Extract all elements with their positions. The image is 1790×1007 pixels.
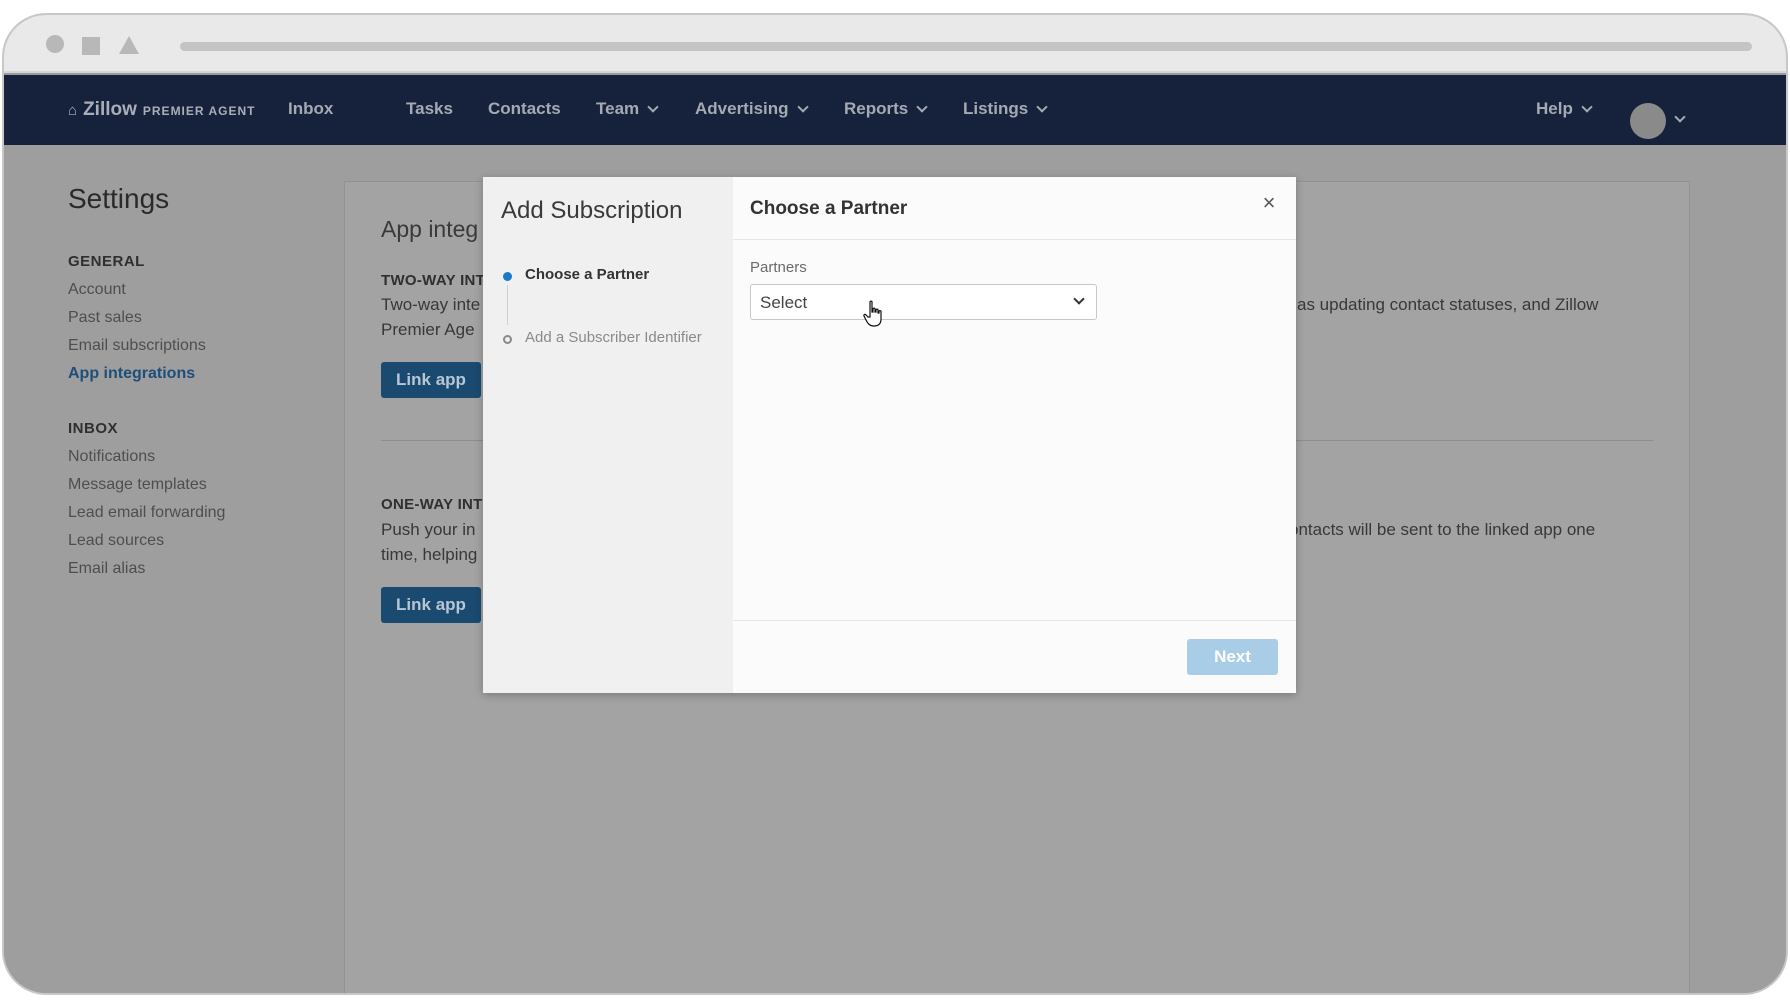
partners-select-value: Select <box>760 293 808 312</box>
link-app-button-one-way[interactable]: Link app <box>381 587 481 623</box>
window-triangle-icon <box>119 36 139 54</box>
two-way-text-left-2: Premier Age <box>381 320 475 339</box>
link-app-button-two-way[interactable]: Link app <box>381 362 481 398</box>
chevron-down-icon <box>1073 293 1085 305</box>
sidebar-item-notifications[interactable]: Notifications <box>68 448 155 466</box>
partners-label: Partners <box>750 259 807 276</box>
sidebar-item-app-integrations[interactable]: App integrations <box>68 365 195 383</box>
modal-footer-divider <box>733 620 1296 621</box>
step-choose-partner: Choose a Partner <box>525 266 650 283</box>
step-connector <box>507 285 508 325</box>
modal-header-divider <box>733 239 1296 240</box>
sidebar-item-email-subscriptions[interactable]: Email subscriptions <box>68 337 206 355</box>
window-circle-icon <box>46 35 64 53</box>
two-way-text-right: as updating contact statuses, and Zillow <box>1297 295 1599 314</box>
add-subscription-modal: Add Subscription Choose a Partner Add a … <box>483 177 1296 693</box>
one-way-heading: ONE-WAY INT <box>381 496 483 513</box>
modal-heading: Add Subscription <box>501 197 683 224</box>
window-square-icon <box>82 37 100 55</box>
one-way-text-right: ontacts will be sent to the linked app o… <box>1289 520 1596 539</box>
browser-window: ⌂ Zillow PREMIER AGENT Inbox Tasks Conta… <box>2 13 1788 995</box>
sidebar-item-message-templates[interactable]: Message templates <box>68 476 207 494</box>
browser-chrome <box>4 15 1786 73</box>
close-icon[interactable]: × <box>1259 192 1279 214</box>
sidebar-item-lead-sources[interactable]: Lead sources <box>68 532 164 550</box>
sidebar-item-email-alias[interactable]: Email alias <box>68 560 145 578</box>
one-way-text-left-2: time, helping <box>381 545 478 564</box>
sidebar-heading-inbox: INBOX <box>68 420 119 437</box>
step-active-dot-icon <box>503 272 512 281</box>
sidebar-heading-general: GENERAL <box>68 253 145 270</box>
sidebar-item-account[interactable]: Account <box>68 281 126 299</box>
step-inactive-dot-icon <box>503 335 512 344</box>
modal-steps-panel: Add Subscription Choose a Partner Add a … <box>483 177 733 693</box>
card-title: App integ <box>381 216 479 242</box>
partners-select[interactable]: Select <box>750 284 1097 320</box>
sidebar-item-past-sales[interactable]: Past sales <box>68 309 142 327</box>
step-add-subscriber-identifier: Add a Subscriber Identifier <box>525 329 702 346</box>
sidebar-item-lead-email-forwarding[interactable]: Lead email forwarding <box>68 504 225 522</box>
address-bar[interactable] <box>180 42 1752 51</box>
top-navigation: ⌂ Zillow PREMIER AGENT Inbox Tasks Conta… <box>4 75 1786 145</box>
one-way-text-left-1: Push your in <box>381 520 476 539</box>
overlay-shade <box>4 75 1786 145</box>
modal-step-title: Choose a Partner <box>750 198 908 219</box>
two-way-text-left-1: Two-way inte <box>381 295 481 314</box>
hand-pointer-icon <box>863 300 882 327</box>
page-title: Settings <box>68 183 170 214</box>
next-button[interactable]: Next <box>1187 639 1278 675</box>
two-way-heading: TWO-WAY INT <box>381 272 486 289</box>
